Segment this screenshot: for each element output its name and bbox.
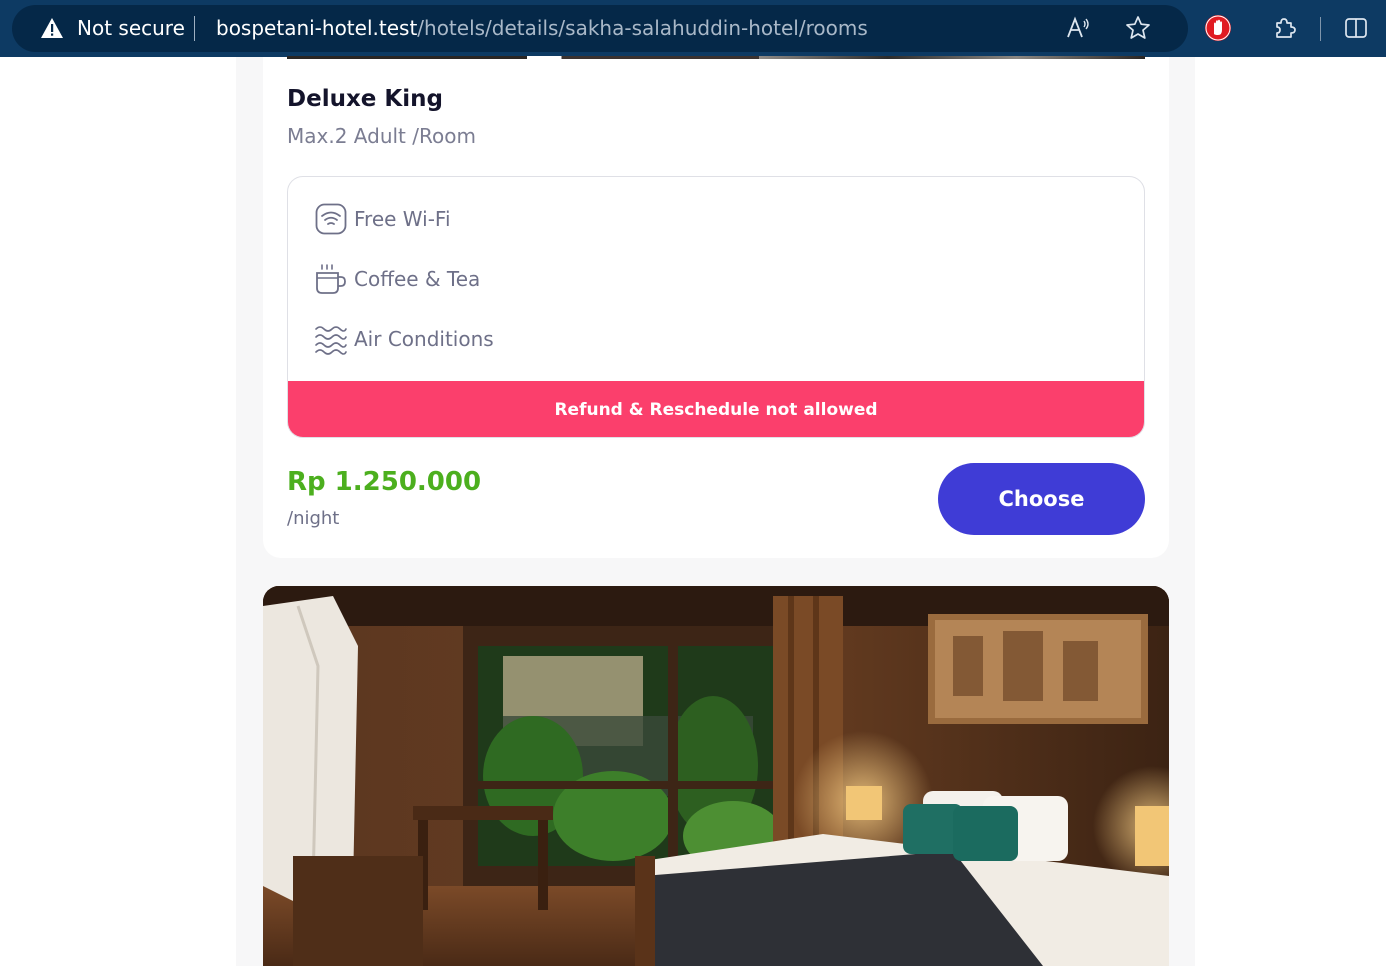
room-price: Rp 1.250.000 <box>287 467 482 497</box>
facility-label: Air Conditions <box>354 327 494 351</box>
url-host: bospetani-hotel.test <box>216 16 418 40</box>
coffee-cup-icon <box>314 262 348 296</box>
facility-item-coffee: Coffee & Tea <box>314 262 480 296</box>
facility-item-air-conditions: Air Conditions <box>314 322 494 356</box>
toolbar-divider <box>1320 17 1321 41</box>
room-photo[interactable] <box>263 586 1169 966</box>
refund-policy-text: Refund & Reschedule not allowed <box>554 399 878 420</box>
facility-label: Coffee & Tea <box>354 267 481 291</box>
url-text[interactable]: bospetani-hotel.test/hotels/details/sakh… <box>216 16 868 40</box>
url-path: /hotels/details/sakha-salahuddin-hotel/r… <box>417 16 868 40</box>
facilities-box: Free Wi-Fi Coffee & Tea Air Conditions R… <box>287 176 1145 438</box>
wifi-icon <box>314 202 348 236</box>
warning-icon[interactable] <box>40 17 64 39</box>
browser-toolbar: Not secure bospetani-hotel.test/hotels/d… <box>0 0 1386 57</box>
read-aloud-icon[interactable] <box>1064 14 1092 42</box>
room-photo-bottom-edge <box>287 56 1145 59</box>
room-capacity: Max.2 Adult /Room <box>287 124 476 148</box>
refund-policy-banner: Refund & Reschedule not allowed <box>288 381 1144 437</box>
price-unit: /night <box>287 508 340 529</box>
air-waves-icon <box>314 322 348 356</box>
room-photo-illustration <box>263 586 1169 966</box>
facility-label: Free Wi-Fi <box>354 207 451 231</box>
favorite-star-icon[interactable] <box>1124 14 1152 42</box>
facility-item-wifi: Free Wi-Fi <box>314 202 451 236</box>
security-status-label[interactable]: Not secure <box>77 16 185 40</box>
room-name: Deluxe King <box>287 86 443 112</box>
adblock-hand-icon[interactable] <box>1204 14 1232 42</box>
split-screen-icon[interactable] <box>1342 14 1370 42</box>
extensions-puzzle-icon[interactable] <box>1271 14 1299 42</box>
choose-room-button[interactable]: Choose <box>938 463 1145 535</box>
address-divider <box>194 16 195 41</box>
